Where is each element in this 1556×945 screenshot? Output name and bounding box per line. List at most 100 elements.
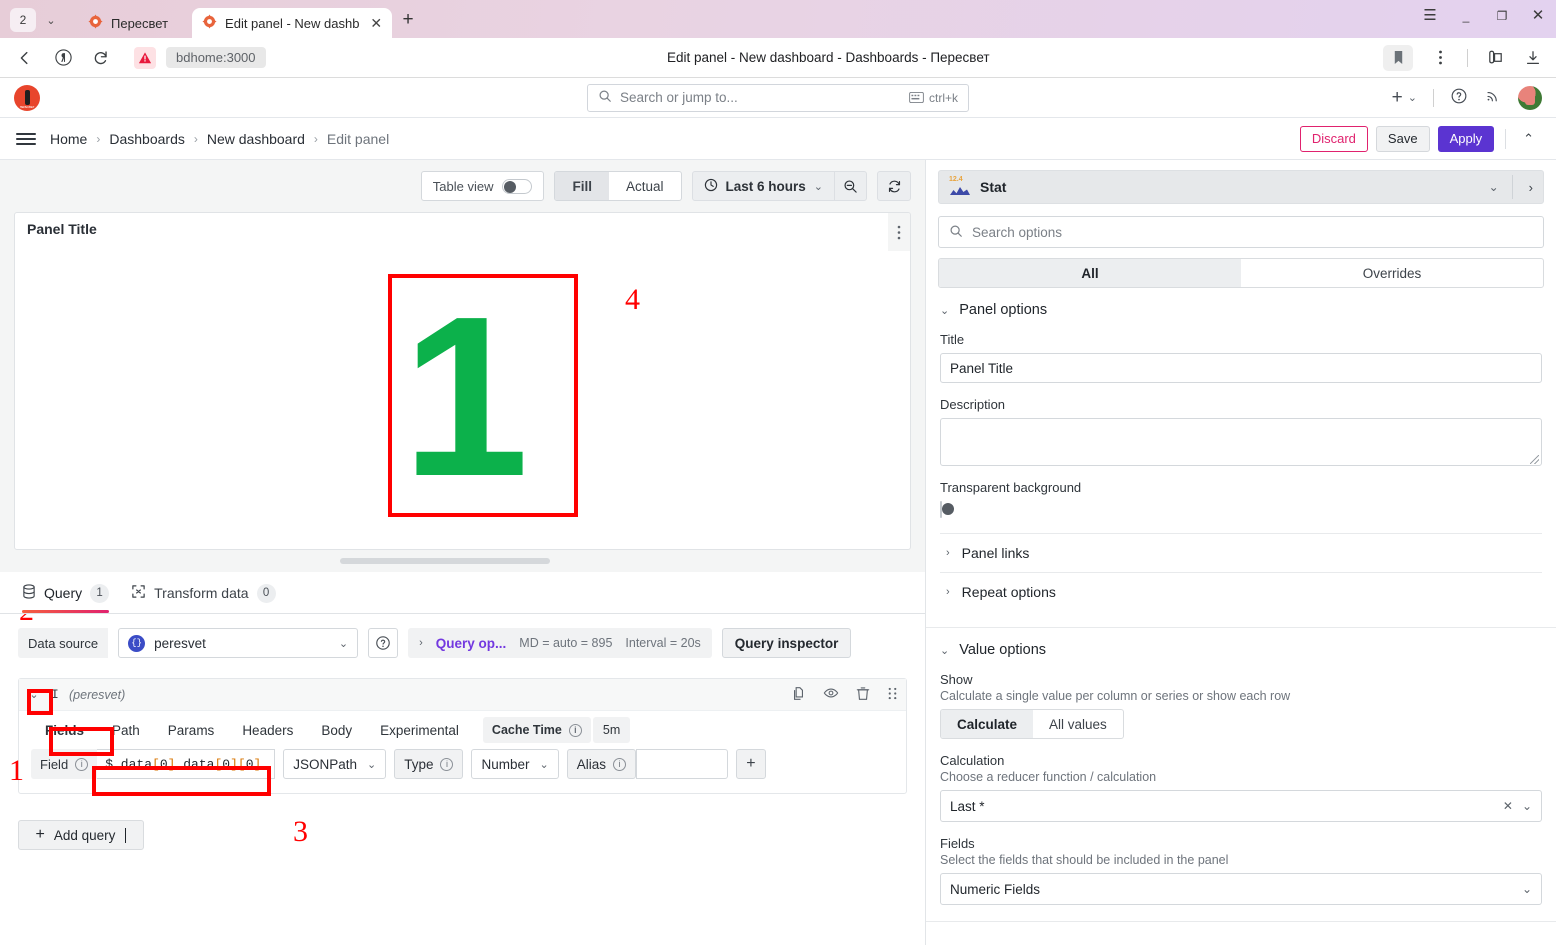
panel-title-input[interactable]: Panel Title [940, 353, 1542, 383]
calculation-select-actions: ✕ ⌄ [1503, 799, 1532, 813]
drag-handle-icon[interactable] [887, 686, 898, 704]
panel-resize-handle[interactable] [0, 550, 925, 572]
chevron-down-icon[interactable]: ⌄ [1522, 799, 1532, 813]
type-label: Type i [394, 749, 464, 779]
tab-list-chevron-icon[interactable]: ⌄ [38, 8, 64, 32]
sub-tab-body[interactable]: Body [307, 718, 366, 743]
search-input[interactable]: Search or jump to... ctrl+k [587, 83, 969, 112]
fill-actual-segmented: Fill Actual [554, 171, 682, 201]
type-select[interactable]: Number ⌄ [471, 749, 559, 779]
address-bar-url[interactable]: bdhome:3000 [166, 47, 266, 68]
chevron-down-icon[interactable]: ⌄ [1489, 180, 1499, 194]
add-query-button[interactable]: + Add query [18, 820, 144, 850]
new-tab-button[interactable]: + [394, 6, 422, 34]
resize-grip-icon[interactable] [1530, 455, 1539, 464]
back-arrow-icon[interactable] [12, 45, 38, 71]
delete-query-icon[interactable] [856, 686, 870, 704]
sub-tab-params[interactable]: Params [154, 718, 229, 743]
avatar[interactable] [1518, 85, 1542, 110]
data-source-picker[interactable]: {} peresvet ⌄ [118, 628, 359, 658]
apply-button[interactable]: Apply [1437, 125, 1495, 152]
breadcrumb-item-new-dashboard[interactable]: New dashboard [207, 131, 305, 147]
table-view-toggle[interactable]: Table view [420, 171, 545, 201]
tab-count-badge[interactable]: 2 [10, 8, 36, 32]
close-icon[interactable]: ✕ [1530, 8, 1546, 23]
yandex-icon[interactable] [50, 45, 76, 71]
hide-query-icon[interactable] [823, 685, 839, 704]
app-logo-icon[interactable]: ПЕРЕСВЕТ [14, 84, 40, 111]
window-menu-icon[interactable]: ☰ [1422, 8, 1438, 23]
transparent-background-toggle[interactable] [940, 501, 954, 518]
zoom-out-time-range-button[interactable] [834, 172, 866, 200]
duplicate-query-icon[interactable] [791, 686, 806, 704]
calculation-select[interactable]: Last * ✕ ⌄ [940, 790, 1542, 822]
refresh-button[interactable] [877, 171, 911, 201]
section-panel-options-header[interactable]: ⌄ Panel options [940, 302, 1542, 318]
breadcrumb-separator: › [193, 131, 198, 146]
path-type-select[interactable]: JSONPath ⌄ [283, 749, 387, 779]
save-button[interactable]: Save [1375, 125, 1430, 152]
sub-tab-path[interactable]: Path [98, 718, 154, 743]
options-search-input[interactable]: Search options [938, 216, 1544, 248]
discard-button[interactable]: Discard [1299, 125, 1368, 152]
reload-icon[interactable] [88, 45, 114, 71]
help-icon[interactable] [1450, 87, 1468, 108]
info-icon[interactable]: i [440, 757, 454, 771]
sub-tab-experimental[interactable]: Experimental [366, 718, 473, 743]
query-name-input[interactable]: I [51, 687, 59, 702]
calculate-button[interactable]: Calculate [941, 710, 1034, 738]
table-view-switch[interactable] [502, 178, 533, 194]
cache-time-value[interactable]: 5m [592, 717, 631, 743]
field-jsonpath-input[interactable]: $.data[0] .data[0][0] [97, 749, 276, 779]
close-icon[interactable]: ✕ [370, 16, 382, 30]
tab-all[interactable]: All [939, 259, 1241, 287]
menu-toggle-icon[interactable] [16, 132, 36, 145]
browser-tab-peresvet[interactable]: Пересвет [66, 8, 190, 38]
query-options-label: Query op... [435, 635, 507, 651]
actual-button[interactable]: Actual [609, 172, 681, 200]
query-sub-tabs: Fields Path Params Headers Body Experime… [19, 711, 906, 743]
bookmark-icon[interactable] [1383, 44, 1413, 71]
query-inspector-button[interactable]: Query inspector [721, 628, 852, 658]
query-options[interactable]: › Query op... MD = auto = 895 Interval =… [408, 628, 712, 658]
fill-button[interactable]: Fill [555, 172, 609, 200]
chevron-down-icon[interactable]: ⌄ [1522, 882, 1532, 896]
chevron-down-icon[interactable]: ⌄ [27, 688, 41, 701]
sub-tab-headers[interactable]: Headers [228, 718, 307, 743]
sub-tab-fields[interactable]: Fields [31, 718, 98, 743]
section-value-options-header[interactable]: ⌄ Value options [940, 642, 1542, 658]
kebab-menu-icon[interactable] [1429, 47, 1451, 69]
news-feed-icon[interactable] [1484, 87, 1502, 108]
repeat-options-row[interactable]: › Repeat options [940, 572, 1542, 611]
omnibox[interactable]: bdhome:3000 [126, 44, 274, 72]
tab-overrides[interactable]: Overrides [1241, 259, 1543, 287]
chevron-up-icon[interactable]: ⌃ [1517, 131, 1540, 147]
collapse-options-icon[interactable]: › [1526, 180, 1533, 195]
minimize-icon[interactable]: _ [1458, 10, 1474, 22]
panel-description-textarea[interactable] [940, 418, 1542, 466]
fields-select[interactable]: Numeric Fields ⌄ [940, 873, 1542, 905]
datasource-help-button[interactable] [368, 628, 399, 658]
maximize-icon[interactable]: ❐ [1494, 10, 1510, 22]
add-field-button[interactable]: + [735, 749, 766, 779]
info-icon[interactable]: i [612, 757, 626, 771]
annotation-number-1: 1 [9, 754, 24, 787]
collections-icon[interactable] [1484, 47, 1506, 69]
panel-links-row[interactable]: › Panel links [940, 533, 1542, 572]
panel-menu-icon[interactable] [888, 213, 910, 251]
info-icon[interactable]: i [568, 723, 582, 737]
browser-tab-edit-panel[interactable]: Edit panel - New dashb ✕ [192, 8, 393, 38]
tab-query[interactable]: Query 1 [22, 575, 110, 613]
download-icon[interactable] [1522, 47, 1544, 69]
tab-transform-data[interactable]: Transform data 0 [131, 575, 276, 613]
breadcrumb-item-home[interactable]: Home [50, 131, 87, 147]
all-values-button[interactable]: All values [1033, 710, 1123, 738]
clear-icon[interactable]: ✕ [1503, 799, 1513, 813]
info-icon[interactable]: i [75, 757, 89, 771]
interval-info: Interval = 20s [625, 636, 701, 650]
breadcrumb-item-dashboards[interactable]: Dashboards [109, 131, 185, 147]
alias-input[interactable] [635, 749, 728, 779]
time-range-button[interactable]: Last 6 hours ⌄ [693, 178, 835, 195]
visualization-picker[interactable]: 12.4 Stat ⌄ › [938, 170, 1544, 204]
create-new-button[interactable]: + ⌄ [1392, 88, 1417, 107]
